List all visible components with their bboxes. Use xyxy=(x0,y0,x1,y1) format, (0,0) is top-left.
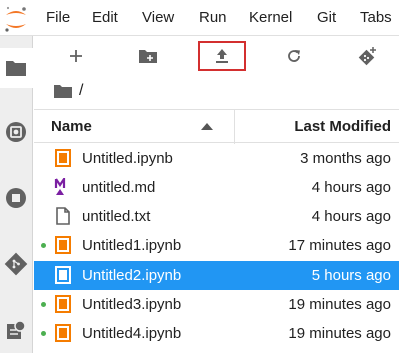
notebook-icon xyxy=(55,149,71,167)
git-clone-icon xyxy=(358,47,376,66)
column-divider[interactable] xyxy=(234,110,235,144)
text-file-icon xyxy=(56,207,70,225)
running-indicator-icon xyxy=(41,302,46,307)
file-last-modified: 4 hours ago xyxy=(311,179,391,196)
upload-button[interactable] xyxy=(198,41,246,71)
file-name: untitled.txt xyxy=(82,208,151,225)
menu-kernel[interactable]: Kernel xyxy=(249,9,292,26)
breadcrumb-path[interactable]: / xyxy=(79,82,83,100)
git-icon[interactable] xyxy=(4,252,28,276)
running-indicator-icon xyxy=(41,331,46,336)
menu-git[interactable]: Git xyxy=(317,9,336,26)
notebook-icon xyxy=(55,324,71,342)
folder-icon[interactable] xyxy=(4,56,28,80)
home-folder-icon[interactable] xyxy=(53,83,73,99)
file-last-modified: 19 minutes ago xyxy=(288,325,391,342)
plus-icon xyxy=(70,50,82,62)
file-browser-toolbar xyxy=(34,36,399,74)
menu-edit[interactable]: Edit xyxy=(92,9,118,26)
refresh-icon xyxy=(288,50,300,62)
file-name: Untitled.ipynb xyxy=(82,150,173,167)
stop-circle-icon[interactable] xyxy=(4,186,28,210)
file-row[interactable]: untitled.md 4 hours ago xyxy=(34,173,399,202)
file-row[interactable]: Untitled2.ipynb 5 hours ago xyxy=(34,261,399,290)
file-name: Untitled4.ipynb xyxy=(82,325,182,342)
file-row[interactable]: untitled.txt 4 hours ago xyxy=(34,202,399,231)
notebook-icon xyxy=(55,295,71,313)
left-sidebar xyxy=(0,36,33,353)
file-list-header: Name Last Modified xyxy=(34,109,399,144)
git-clone-button[interactable] xyxy=(344,41,392,71)
file-name: Untitled3.ipynb xyxy=(82,296,182,313)
file-last-modified: 4 hours ago xyxy=(311,208,391,225)
menu-tabs[interactable]: Tabs xyxy=(360,9,392,26)
menu-view[interactable]: View xyxy=(142,9,174,26)
file-row[interactable]: Untitled1.ipynb 17 minutes ago xyxy=(34,231,399,260)
file-row[interactable]: Untitled4.ipynb 19 minutes ago xyxy=(34,319,399,348)
refresh-button[interactable] xyxy=(270,41,318,71)
file-last-modified: 3 months ago xyxy=(300,150,391,167)
extension-manager-icon[interactable] xyxy=(4,318,28,342)
last-modified-column-header[interactable]: Last Modified xyxy=(294,118,391,135)
file-name: untitled.md xyxy=(82,179,156,196)
menu-run[interactable]: Run xyxy=(199,9,227,26)
upload-icon xyxy=(216,49,228,63)
new-folder-button[interactable] xyxy=(124,41,172,71)
file-list: Untitled.ipynb 3 months ago untitled.md 4 h… xyxy=(34,144,399,353)
file-name: Untitled1.ipynb xyxy=(82,237,182,254)
jupyter-logo-icon xyxy=(5,6,26,32)
markdown-icon xyxy=(54,178,66,195)
file-last-modified: 5 hours ago xyxy=(311,267,391,284)
new-launcher-button[interactable] xyxy=(52,41,100,71)
running-kernels-icon[interactable] xyxy=(4,120,28,144)
file-row[interactable]: Untitled3.ipynb 19 minutes ago xyxy=(34,290,399,319)
breadcrumb: / xyxy=(34,76,399,108)
notebook-icon xyxy=(55,266,71,284)
file-row[interactable]: Untitled.ipynb 3 months ago xyxy=(34,144,399,173)
file-name: Untitled2.ipynb xyxy=(82,267,182,284)
menu-bar: File Edit View Run Kernel Git Tabs xyxy=(0,0,399,36)
name-column-header[interactable]: Name xyxy=(51,118,92,135)
menu-file[interactable]: File xyxy=(46,9,70,26)
file-last-modified: 17 minutes ago xyxy=(288,237,391,254)
new-folder-icon xyxy=(139,50,157,63)
sort-ascending-icon[interactable] xyxy=(201,123,213,130)
notebook-icon xyxy=(55,236,71,254)
running-indicator-icon xyxy=(41,243,46,248)
file-last-modified: 19 minutes ago xyxy=(288,296,391,313)
